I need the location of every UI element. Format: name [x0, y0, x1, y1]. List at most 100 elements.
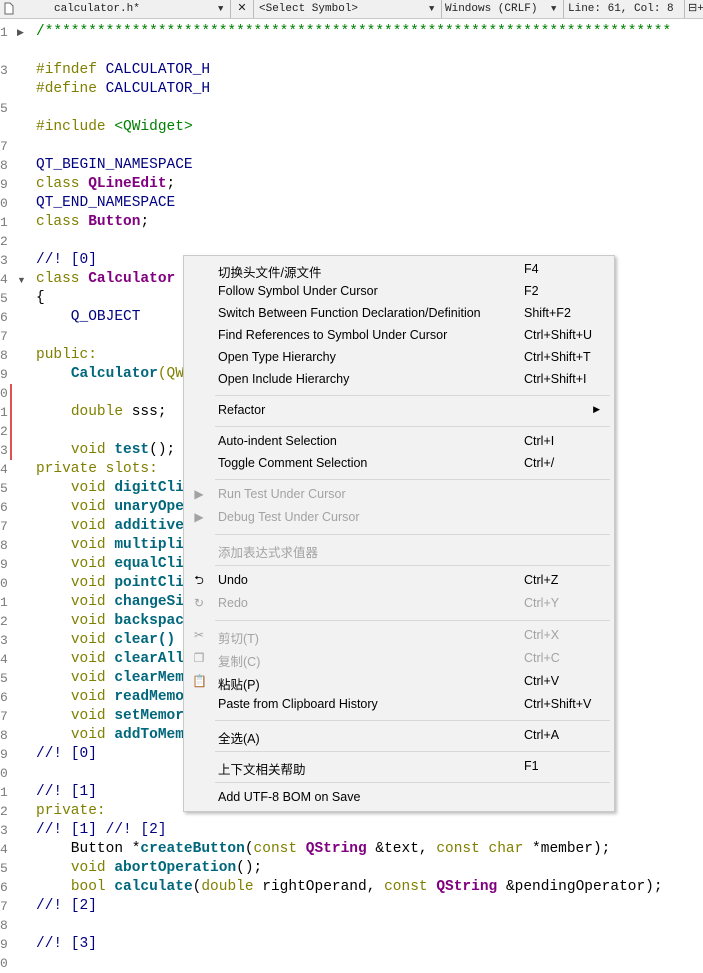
menu-separator — [215, 720, 610, 721]
line-number — [0, 42, 8, 61]
menu-item-debug-test[interactable]: ▶ Debug Test Under Cursor — [184, 507, 614, 529]
line-number — [0, 80, 8, 99]
line-number: 5 — [0, 101, 8, 116]
line-number: 0 — [0, 576, 8, 591]
file-icon — [4, 0, 14, 18]
line-number: 3 — [0, 63, 8, 78]
menu-item-cut[interactable]: ✂ 剪切(T) Ctrl+X — [184, 625, 614, 647]
line-number: 4 — [0, 842, 8, 857]
line-number: 7 — [0, 329, 8, 344]
code-line: public: — [36, 347, 97, 363]
line-number: 9 — [0, 177, 8, 192]
code-line: class Button; — [36, 214, 150, 230]
line-number: 8 — [0, 158, 8, 173]
menu-item-open-include-hierarchy[interactable]: Open Include Hierarchy Ctrl+Shift+I — [184, 369, 614, 391]
menu-item-switch-header-source[interactable]: 切换头文件/源文件 F4 — [184, 259, 614, 281]
menu-separator — [215, 534, 610, 535]
code-line: private: — [36, 803, 106, 819]
menu-item-select-all[interactable]: 全选(A) Ctrl+A — [184, 725, 614, 747]
code-line: Calculator(QW — [70, 366, 184, 382]
line-number: 8 — [0, 918, 8, 933]
line-number: 1 — [0, 785, 8, 800]
menu-separator — [215, 479, 610, 480]
fold-marker-icon[interactable]: ▼ — [17, 271, 26, 290]
menu-item-paste[interactable]: 📋 粘贴(P) Ctrl+V — [184, 671, 614, 693]
line-number: 6 — [0, 880, 8, 895]
symbol-selector[interactable]: <Select Symbol> ▼ — [255, 0, 442, 18]
code-line: void backspac — [70, 613, 184, 629]
menu-item-paste-from-history[interactable]: Paste from Clipboard History Ctrl+Shift+V — [184, 694, 614, 716]
code-line: void addToMem — [70, 727, 184, 743]
line-number: 1 — [0, 215, 8, 230]
line-number: 7 — [0, 139, 8, 154]
line-number: 1 — [0, 405, 8, 420]
menu-item-follow-symbol[interactable]: Follow Symbol Under Cursor F2 — [184, 281, 614, 303]
line-number: 8 — [0, 538, 8, 553]
menu-separator — [215, 782, 610, 783]
split-icon[interactable]: ⊟+ — [688, 0, 703, 18]
fold-marker-icon[interactable]: ▶ — [17, 23, 24, 42]
file-name: calculator.h* — [54, 3, 140, 15]
line-number: 4 — [0, 272, 8, 287]
menu-separator — [215, 426, 610, 427]
menu-item-copy[interactable]: ❐ 复制(C) Ctrl+C — [184, 648, 614, 670]
menu-item-auto-indent[interactable]: Auto-indent Selection Ctrl+I — [184, 431, 614, 453]
code-line: //! [2] — [36, 898, 97, 914]
code-line: QT_END_NAMESPACE — [36, 195, 176, 211]
paste-icon: 📋 — [192, 674, 207, 688]
code-line: //! [1] //! [2] — [36, 822, 167, 838]
code-line: class Calculator — [36, 271, 176, 287]
cursor-position[interactable]: Line: 61, Col: 8 — [566, 0, 685, 18]
line-number: 5 — [0, 861, 8, 876]
chevron-down-icon: ▼ — [218, 4, 224, 14]
close-document-button[interactable]: ✕ — [231, 0, 254, 18]
code-line: Button *createButton(const QString &text… — [36, 841, 611, 857]
cursor-position-label: Line: 61, Col: 8 — [568, 3, 674, 15]
menu-item-open-type-hierarchy[interactable]: Open Type Hierarchy Ctrl+Shift+T — [184, 347, 614, 369]
line-number: 3 — [0, 443, 8, 458]
code-line: class QLineEdit; — [36, 176, 176, 192]
code-line: //! [1] — [36, 784, 97, 800]
code-line: //! [0] — [36, 252, 97, 268]
menu-separator — [215, 565, 610, 566]
line-number: 0 — [0, 766, 8, 781]
line-ending-selector[interactable]: Windows (CRLF) ▼ — [443, 0, 564, 18]
symbol-label: <Select Symbol> — [259, 3, 359, 15]
file-selector[interactable]: calculator.h* ▼ — [18, 0, 231, 18]
line-number: 1 — [0, 595, 8, 610]
line-number: 6 — [0, 500, 8, 515]
menu-item-run-test[interactable]: ▶ Run Test Under Cursor — [184, 484, 614, 506]
line-number: 1 — [0, 25, 8, 40]
undo-icon: ⮌ — [194, 573, 204, 587]
menu-item-context-help[interactable]: 上下文相关帮助 F1 — [184, 756, 614, 778]
chevron-down-icon: ▼ — [429, 4, 435, 14]
code-line: void abortOperation(); — [70, 860, 263, 876]
redo-icon: ↻ — [193, 596, 205, 610]
code-line: void changeSi — [70, 594, 184, 610]
code-line: void equalCli — [70, 556, 184, 572]
code-line: #ifndef CALCULATOR_H — [36, 62, 211, 78]
menu-item-switch-declaration-definition[interactable]: Switch Between Function Declaration/Defi… — [184, 303, 614, 325]
menu-item-redo[interactable]: ↻ Redo Ctrl+Y — [184, 593, 614, 615]
menu-item-add-utf8-bom[interactable]: Add UTF-8 BOM on Save — [184, 787, 614, 809]
code-line: void clearMem — [70, 670, 184, 686]
code-line: { — [36, 290, 45, 306]
line-number: 2 — [0, 804, 8, 819]
menu-separator — [215, 751, 610, 752]
code-line: QT_BEGIN_NAMESPACE — [36, 157, 193, 173]
code-line: #define CALCULATOR_H — [36, 81, 211, 97]
menu-item-refactor[interactable]: Refactor ▶ — [184, 400, 614, 422]
line-number-gutter[interactable]: ▶ ▼ 1 3 5 7 8 9 0 1 2 3 4 5 6 7 8 9 0 1 2 3 4 5 6 7 8 9 0 1 2 3 4 5 6 7 8 9… — [0, 19, 31, 971]
menu-item-find-references[interactable]: Find References to Symbol Under Cursor Ct… — [184, 325, 614, 347]
code-line: void pointCli — [70, 575, 184, 591]
menu-item-undo[interactable]: ⮌ Undo Ctrl+Z — [184, 570, 614, 592]
menu-item-add-expression-evaluator[interactable]: 添加表达式求值器 — [184, 539, 614, 561]
line-number: 3 — [0, 823, 8, 838]
menu-separator — [215, 395, 610, 396]
code-line: bool calculate(double rightOperand, cons… — [70, 879, 663, 895]
code-line: //! [0] — [36, 746, 97, 762]
code-line: void unaryOpe — [70, 499, 184, 515]
code-line: void additive — [70, 518, 184, 534]
code-line: void readMemo — [70, 689, 184, 705]
menu-item-toggle-comment[interactable]: Toggle Comment Selection Ctrl+/ — [184, 453, 614, 475]
